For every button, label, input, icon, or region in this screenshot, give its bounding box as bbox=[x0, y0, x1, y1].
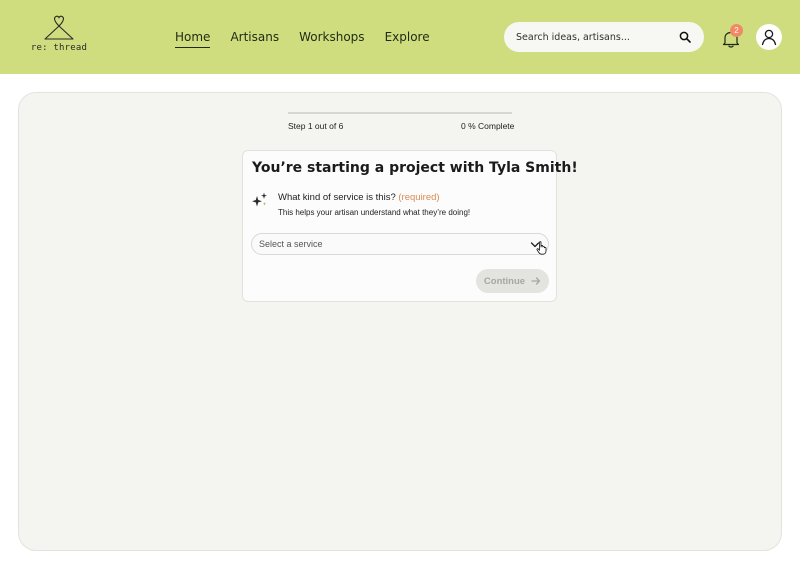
progress-percent-text: 0 % Complete bbox=[461, 121, 515, 131]
pointer-hand-icon bbox=[536, 241, 548, 255]
progress-bar bbox=[288, 112, 512, 114]
nav-workshops[interactable]: Workshops bbox=[299, 30, 364, 48]
service-select[interactable]: Select a service bbox=[251, 233, 549, 255]
nav-artisans[interactable]: Artisans bbox=[230, 30, 279, 48]
required-label: (required) bbox=[398, 192, 440, 203]
hanger-heart-icon bbox=[44, 15, 74, 40]
brand-name: re: thread bbox=[30, 43, 88, 53]
continue-button[interactable]: Continue bbox=[476, 269, 549, 293]
nav-home[interactable]: Home bbox=[175, 30, 211, 48]
brand-logo[interactable]: re: thread bbox=[30, 14, 88, 58]
sparkle-icon bbox=[251, 191, 269, 209]
user-icon[interactable] bbox=[756, 24, 782, 50]
select-placeholder: Select a service bbox=[259, 239, 323, 249]
nav-explore[interactable]: Explore bbox=[385, 30, 430, 48]
project-card: You’re starting a project with Tyla Smit… bbox=[242, 150, 578, 302]
service-question: What kind of service is this? (required) bbox=[278, 192, 440, 203]
search-input[interactable] bbox=[516, 31, 678, 43]
notification-badge: 2 bbox=[730, 24, 743, 37]
main-nav: Home Artisans Workshops Explore bbox=[175, 30, 430, 48]
continue-label: Continue bbox=[483, 275, 526, 287]
arrow-right-icon bbox=[531, 277, 541, 285]
card-title: You’re starting a project with Tyla Smit… bbox=[252, 160, 578, 176]
search-icon[interactable] bbox=[678, 30, 692, 44]
search-bar bbox=[504, 22, 704, 52]
top-header: re: thread Home Artisans Workshops Explo… bbox=[0, 0, 800, 74]
question-text: What kind of service is this? bbox=[278, 192, 396, 203]
helper-text: This helps your artisan understand what … bbox=[278, 208, 471, 217]
progress-step-text: Step 1 out of 6 bbox=[288, 121, 344, 131]
